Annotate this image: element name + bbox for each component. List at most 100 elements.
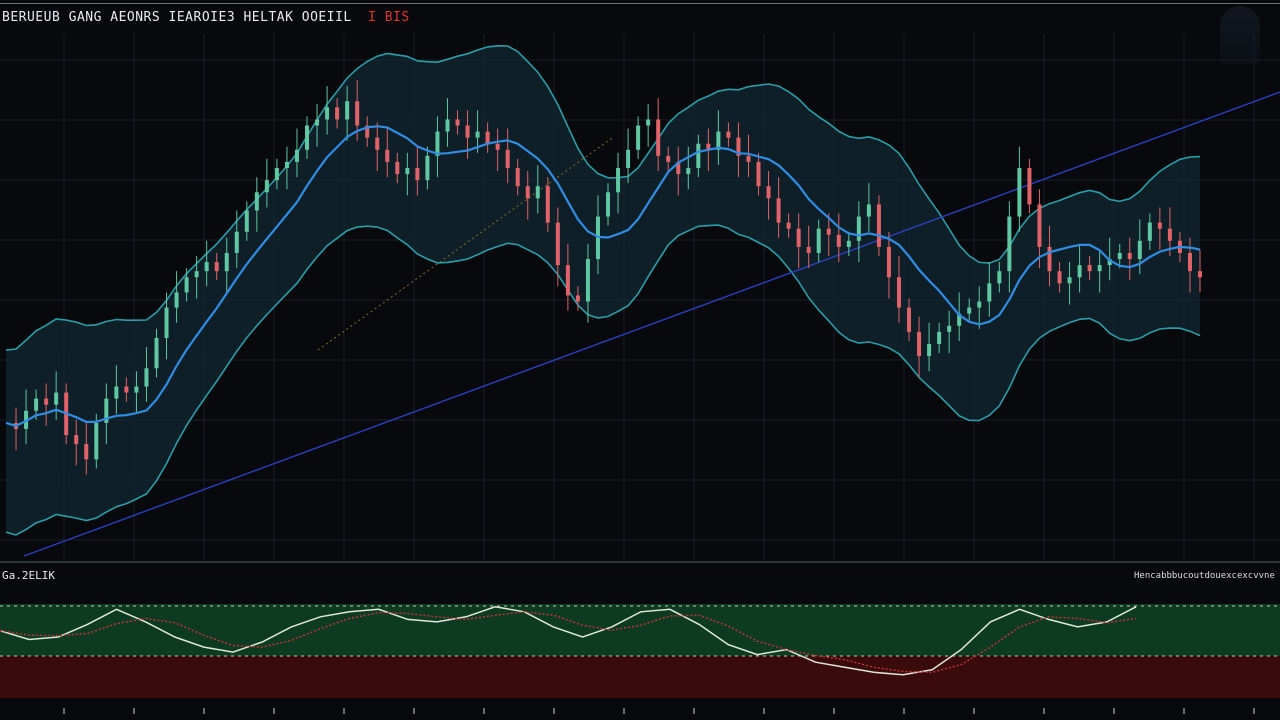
- candle-body: [144, 368, 149, 387]
- candle-body: [315, 119, 320, 126]
- candle-body: [545, 186, 550, 223]
- candle-body: [194, 271, 199, 278]
- candle-body: [626, 149, 631, 168]
- candle-body: [405, 168, 410, 175]
- candle-body: [525, 186, 530, 199]
- oscillator-label: Ga.2ELIK: [2, 569, 55, 582]
- candle-body: [34, 398, 39, 411]
- chart-window: BERUEUB GANG AEONRS IEAROIE3 HELTAK OOEI…: [0, 0, 1280, 720]
- candle-body: [816, 228, 821, 253]
- candle-body: [696, 143, 701, 168]
- candle-body: [917, 331, 922, 357]
- candle-body: [535, 186, 540, 199]
- candle-body: [1047, 246, 1052, 272]
- candle-body: [756, 161, 761, 187]
- candle-body: [1037, 204, 1042, 247]
- candle-body: [907, 307, 912, 332]
- candle-body: [375, 137, 380, 150]
- candle-body: [335, 107, 340, 120]
- candle-body: [234, 231, 239, 253]
- candle-body: [264, 180, 269, 193]
- price-chart-panel[interactable]: [0, 0, 1280, 560]
- candle-body: [606, 192, 611, 217]
- candle-body: [395, 161, 400, 175]
- candle-body: [1017, 168, 1022, 217]
- candle-body: [1147, 222, 1152, 241]
- candle-body: [224, 252, 229, 272]
- candle-body: [305, 125, 310, 150]
- title-bar: BERUEUB GANG AEONRS IEAROIE3 HELTAK OOEI…: [0, 0, 1280, 34]
- candle-body: [796, 228, 801, 247]
- candle-body: [876, 204, 881, 247]
- candle-body: [937, 331, 942, 344]
- candle-body: [666, 155, 671, 162]
- oversold-zone: [0, 656, 1280, 698]
- candle-body: [325, 107, 330, 120]
- oscillator-legend: Hencabbbucoutdouexcexcvvnel: [1134, 571, 1276, 581]
- candle-body: [154, 337, 159, 369]
- candle-body: [686, 168, 691, 175]
- candle-body: [134, 386, 139, 393]
- candle-body: [616, 168, 621, 193]
- candle-body: [1007, 216, 1012, 272]
- candle-body: [505, 149, 510, 168]
- candle-body: [1087, 265, 1092, 272]
- candle-body: [1117, 252, 1122, 260]
- candle-body: [475, 131, 480, 138]
- candle-body: [896, 277, 901, 308]
- candle-body: [345, 101, 350, 120]
- candle-body: [1127, 252, 1132, 260]
- candle-body: [1187, 252, 1192, 272]
- candle-body: [184, 277, 189, 293]
- candle-body: [997, 271, 1002, 284]
- candle-body: [726, 131, 731, 138]
- candle-body: [555, 222, 560, 266]
- candle-body: [585, 259, 590, 302]
- candle-body: [927, 344, 932, 357]
- candle-body: [445, 119, 450, 132]
- candle-body: [515, 168, 520, 187]
- candle-body: [254, 192, 259, 211]
- candle-body: [967, 307, 972, 314]
- candle-body: [294, 149, 299, 162]
- candle-body: [214, 262, 219, 272]
- candle-body: [947, 325, 952, 332]
- candle-body: [1057, 271, 1062, 284]
- candle-body: [174, 292, 179, 308]
- candle-body: [355, 101, 360, 126]
- candle-body: [575, 295, 580, 302]
- candle-body: [74, 435, 79, 445]
- candle-body: [977, 301, 982, 308]
- candle-body: [1137, 240, 1142, 260]
- candle-body: [746, 155, 751, 162]
- oscillator-panel[interactable]: [0, 560, 1280, 720]
- candle-body: [385, 149, 390, 162]
- symbol-title-text: BERUEUB GANG AEONRS IEAROIE3 HELTAK OOEI…: [2, 10, 352, 25]
- candle-body: [44, 398, 49, 405]
- candle-body: [1027, 168, 1032, 205]
- candle-body: [826, 228, 831, 235]
- candle-body: [465, 125, 470, 138]
- top-divider: [0, 3, 1280, 4]
- candle-body: [886, 246, 891, 278]
- candle-body: [94, 422, 99, 460]
- candle-body: [495, 143, 500, 150]
- candle-body: [1077, 265, 1082, 278]
- candle-body: [485, 131, 490, 144]
- candle-body: [565, 265, 570, 296]
- candle-body: [836, 234, 841, 247]
- candle-body: [987, 283, 992, 302]
- candle-body: [1157, 222, 1162, 229]
- candle-body: [164, 307, 169, 338]
- candle-body: [1097, 265, 1102, 272]
- symbol-title[interactable]: BERUEUB GANG AEONRS IEAROIE3 HELTAK OOEI…: [2, 10, 410, 25]
- candle-body: [866, 204, 871, 217]
- candle-body: [204, 262, 209, 272]
- candle-body: [124, 386, 129, 393]
- candle-body: [84, 444, 89, 460]
- candle-body: [274, 168, 279, 181]
- candle-body: [425, 155, 430, 181]
- candle-body: [856, 216, 861, 241]
- candle-body: [1198, 271, 1202, 278]
- candle-body: [636, 125, 641, 150]
